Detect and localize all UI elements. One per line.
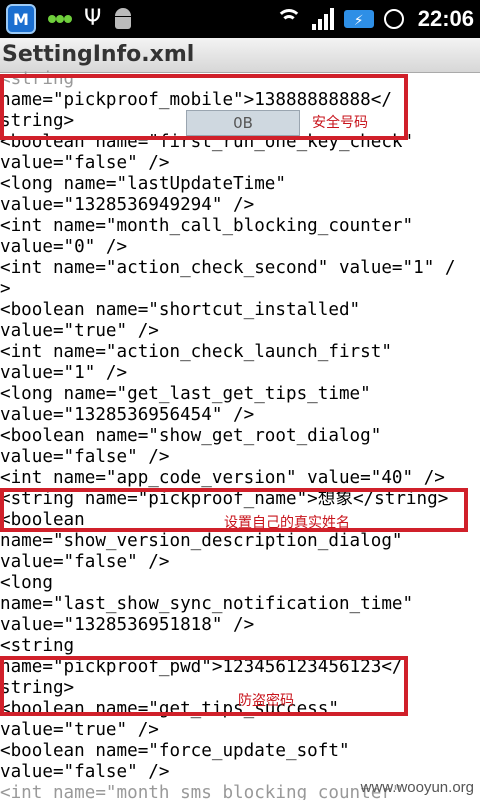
security-app-icon: M <box>6 4 36 34</box>
annotation-name: 设置自己的真实姓名 <box>224 515 350 531</box>
xml-line: <boolean name="show_get_root_dialog" <box>0 426 382 446</box>
android-debug-icon <box>113 8 133 30</box>
xml-line: <string <box>0 636 75 656</box>
xml-line: <int name="app_code_version" value="40" … <box>0 468 445 488</box>
status-bar: M Ψ ⚡ 22:06 <box>0 0 480 38</box>
xml-line: value="false" /> <box>0 552 170 572</box>
xml-line: <int name="month_call_blocking_counter" <box>0 216 414 236</box>
clock: 22:06 <box>417 6 474 31</box>
annotation-mobile: 安全号码 <box>312 115 368 131</box>
usb-icon: Ψ <box>84 6 102 31</box>
xml-line: value="1" /> <box>0 363 128 383</box>
wifi-icon <box>275 9 302 29</box>
xml-line: <int name="month_sms_blocking_counter" <box>0 783 403 800</box>
signal-icon <box>311 8 334 30</box>
xml-line: <long name="lastUpdateTime" <box>0 174 286 194</box>
xml-line: <boolean name="shortcut_installed" <box>0 300 361 320</box>
xml-line: value="0" /> <box>0 237 128 257</box>
xml-line: value="false" /> <box>0 153 170 173</box>
size-toast: 0B <box>186 110 300 136</box>
xml-line: <long name="get_last_get_tips_time" <box>0 384 371 404</box>
annotation-pwd: 防盗密码 <box>238 693 294 709</box>
xml-line: <int name="action_check_second" value="1… <box>0 258 456 278</box>
page-title: SettingInfo.xml <box>2 42 195 67</box>
xml-line: value="true" /> <box>0 720 159 740</box>
xml-line: value="false" /> <box>0 762 170 782</box>
xml-line: > <box>0 279 11 299</box>
alarm-icon <box>383 9 404 29</box>
xml-line: <long <box>0 573 53 593</box>
highlight-box-pwd <box>0 656 408 716</box>
system-icons: ⚡ 22:06 <box>275 6 474 32</box>
xml-line: value="true" /> <box>0 321 159 341</box>
pea-pod-icon <box>48 10 72 28</box>
notification-icons: M Ψ <box>6 4 133 34</box>
xml-line: value="1328536956454" /> <box>0 405 255 425</box>
watermark: www.wooyun.org <box>360 779 474 796</box>
xml-line: value="1328536951818" /> <box>0 615 255 635</box>
xml-line: name="show_version_description_dialog" <box>0 531 403 551</box>
xml-line: <int name="action_check_launch_first" <box>0 342 392 362</box>
xml-line: <boolean name="force_update_soft" <box>0 741 350 761</box>
charging-battery-icon: ⚡ <box>343 10 374 29</box>
xml-line: value="false" /> <box>0 447 170 467</box>
xml-line: value="1328536949294" /> <box>0 195 255 215</box>
xml-line: name="last_show_sync_notification_time" <box>0 594 414 614</box>
